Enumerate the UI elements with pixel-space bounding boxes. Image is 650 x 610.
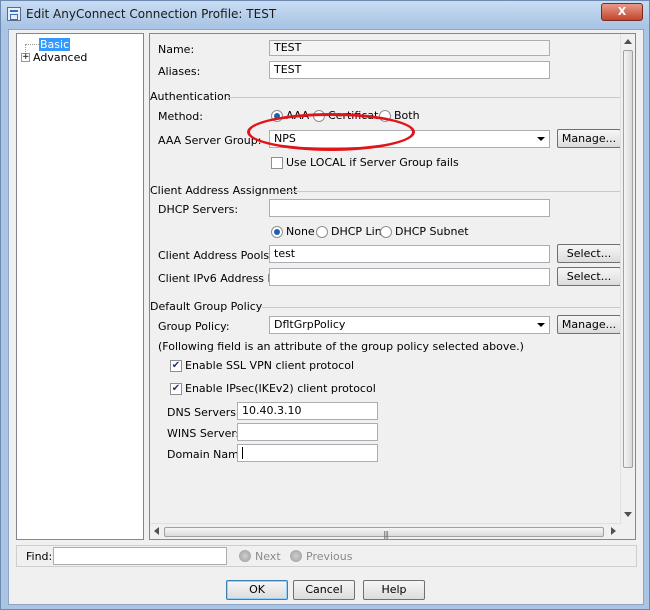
enable-ssl-label: Enable SSL VPN client protocol: [185, 359, 355, 372]
text-cursor: [242, 447, 243, 459]
use-local-label: Use LOCAL if Server Group fails: [286, 156, 459, 169]
previous-label[interactable]: Previous: [306, 550, 353, 563]
scroll-down-icon[interactable]: [624, 512, 632, 517]
window-title: Edit AnyConnect Connection Profile: TEST: [26, 7, 277, 21]
manage-group-policy-button[interactable]: Manage...: [557, 315, 621, 334]
next-label[interactable]: Next: [255, 550, 281, 563]
basic-settings-panel: Name: TEST Aliases: TEST Authentication …: [149, 33, 636, 540]
aliases-field[interactable]: TEST: [269, 61, 550, 79]
dns-servers-label: DNS Servers:: [167, 406, 240, 419]
grip-icon: |||: [383, 530, 389, 539]
title-bar[interactable]: Edit AnyConnect Connection Profile: TEST…: [1, 1, 649, 27]
use-local-checkbox[interactable]: [271, 157, 283, 169]
next-icon[interactable]: [239, 550, 251, 562]
chevron-down-icon: [537, 323, 545, 327]
expand-icon[interactable]: +: [21, 53, 30, 62]
enable-ipsec-checkbox[interactable]: ✔: [170, 383, 182, 395]
find-label: Find:: [26, 550, 53, 563]
section-divider: [262, 307, 620, 308]
wins-servers-field[interactable]: [237, 423, 378, 441]
tree-item-label: Basic: [39, 38, 71, 51]
group-policy-label: Group Policy:: [158, 320, 230, 333]
enable-ssl-checkbox[interactable]: ✔: [170, 360, 182, 372]
close-button[interactable]: X: [601, 3, 643, 21]
scroll-up-icon[interactable]: [624, 39, 632, 44]
section-divider: [286, 191, 620, 192]
client-ipv6-pools-field[interactable]: [269, 268, 550, 286]
scroll-left-icon[interactable]: [154, 527, 159, 535]
horizontal-scrollbar[interactable]: |||: [150, 523, 622, 539]
scroll-right-icon[interactable]: [611, 527, 616, 535]
navigation-tree: Basic + Advanced: [16, 33, 144, 540]
wins-servers-label: WINS Servers:: [167, 427, 246, 440]
authentication-section-title: Authentication: [150, 90, 231, 103]
chevron-down-icon: [537, 137, 545, 141]
dialog-client-area: Basic + Advanced Name: TEST Aliases: TES…: [8, 29, 644, 605]
tree-item-advanced[interactable]: Advanced: [33, 51, 87, 64]
name-field[interactable]: TEST: [269, 40, 550, 56]
dhcp-servers-label: DHCP Servers:: [158, 203, 239, 216]
highlight-annotation: [247, 113, 415, 151]
group-policy-section-title: Default Group Policy: [150, 300, 263, 313]
help-button[interactable]: Help: [363, 580, 425, 600]
dialog-window: Edit AnyConnect Connection Profile: TEST…: [0, 0, 650, 610]
dhcp-subnet-label: DHCP Subnet: [395, 225, 469, 238]
dhcp-none-radio[interactable]: [271, 226, 283, 238]
ok-button[interactable]: OK: [226, 580, 288, 600]
tree-item-basic[interactable]: Basic: [39, 38, 71, 51]
dhcp-servers-field[interactable]: [269, 199, 550, 217]
dhcp-subnet-radio[interactable]: [380, 226, 392, 238]
find-input[interactable]: [53, 547, 227, 565]
select-address-pools-button[interactable]: Select...: [557, 244, 621, 263]
name-label: Name:: [158, 43, 195, 56]
vertical-scrollbar[interactable]: [620, 34, 635, 523]
dhcp-none-label: None: [286, 225, 315, 238]
vertical-scroll-thumb[interactable]: [623, 50, 633, 468]
previous-icon[interactable]: [290, 550, 302, 562]
enable-ipsec-label: Enable IPsec(IKEv2) client protocol: [185, 382, 376, 395]
tree-connector: [25, 44, 39, 45]
dns-servers-field[interactable]: 10.40.3.10: [237, 402, 378, 420]
section-divider: [228, 97, 620, 98]
cancel-button[interactable]: Cancel: [293, 580, 355, 600]
client-address-section-title: Client Address Assignment: [150, 184, 298, 197]
group-policy-select[interactable]: DfltGrpPolicy: [269, 316, 550, 334]
select-ipv6-pools-button[interactable]: Select...: [557, 267, 621, 286]
group-policy-note: (Following field is an attribute of the …: [158, 340, 524, 353]
manage-server-group-button[interactable]: Manage...: [557, 129, 621, 148]
client-address-pools-label: Client Address Pools:: [158, 249, 273, 262]
dhcp-link-radio[interactable]: [316, 226, 328, 238]
method-label: Method:: [158, 110, 203, 123]
find-bar: Find: Next Previous: [16, 545, 637, 567]
tree-item-label: Advanced: [33, 51, 88, 64]
horizontal-scroll-thumb[interactable]: |||: [164, 527, 604, 539]
app-icon: [7, 7, 21, 21]
group-policy-value: DfltGrpPolicy: [274, 318, 346, 331]
domain-name-field[interactable]: [237, 444, 378, 462]
client-address-pools-field[interactable]: test: [269, 245, 550, 263]
aliases-label: Aliases:: [158, 65, 201, 78]
aaa-server-group-label: AAA Server Group:: [158, 134, 262, 147]
